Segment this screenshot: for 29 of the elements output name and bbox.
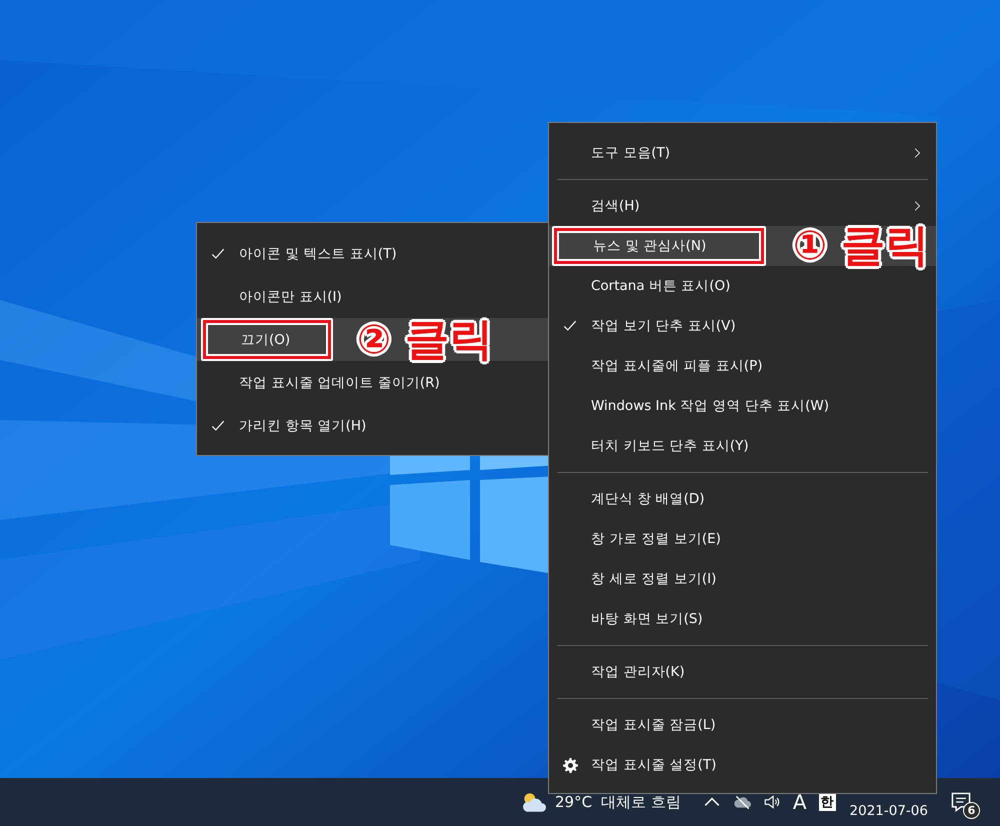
menu-item[interactable]: 바탕 화면 보기(S) (549, 599, 936, 639)
menu-item[interactable]: 작업 표시줄 설정(T) (549, 745, 936, 785)
menu-item[interactable]: 터치 키보드 단추 표시(Y) (549, 426, 936, 466)
menu-item[interactable]: 창 세로 정렬 보기(I) (549, 559, 936, 599)
input-indicator[interactable]: A (792, 790, 807, 814)
menu-item[interactable]: 도구 모음(T) (549, 133, 936, 173)
menu-item[interactable]: 작업 보기 단추 표시(V) (549, 306, 936, 346)
weather-widget[interactable]: 29°C 대체로 흐림 (520, 790, 681, 814)
menu-item[interactable]: 계단식 창 배열(D) (549, 479, 936, 519)
menu-item[interactable]: 뉴스 및 관심사(N) (552, 226, 766, 266)
menu-item[interactable]: Windows Ink 작업 영역 단추 표시(W) (549, 386, 936, 426)
menu-item[interactable]: 아이콘만 표시(I) (197, 275, 549, 318)
menu-item[interactable]: 작업 표시줄 잠금(L) (549, 705, 936, 745)
menu-item[interactable]: 작업 표시줄 업데이트 줄이기(R) (197, 361, 549, 404)
annotation-number: ① (793, 224, 827, 268)
menu-item[interactable]: 창 가로 정렬 보기(E) (549, 519, 936, 559)
ime-indicator[interactable]: 한 (818, 793, 836, 811)
settings-icon (563, 758, 578, 772)
annotation-label: 클릭 (404, 315, 493, 364)
notification-badge: 6 (963, 802, 980, 819)
date-label[interactable]: 2021-07-06 (850, 803, 928, 819)
cloud-off-icon (732, 793, 751, 811)
menu-item[interactable]: 작업 관리자(K) (549, 652, 936, 692)
menu-item[interactable]: 끄기(O) (201, 318, 333, 361)
annotation-number: ② (357, 318, 391, 362)
speaker-icon (762, 793, 781, 811)
menu-item[interactable]: 가리킨 항목 열기(H) (197, 404, 549, 447)
menu-item[interactable]: 작업 표시줄에 피플 표시(P) (549, 346, 936, 386)
menu-item[interactable]: 아이콘 및 텍스트 표시(T) (197, 232, 549, 275)
